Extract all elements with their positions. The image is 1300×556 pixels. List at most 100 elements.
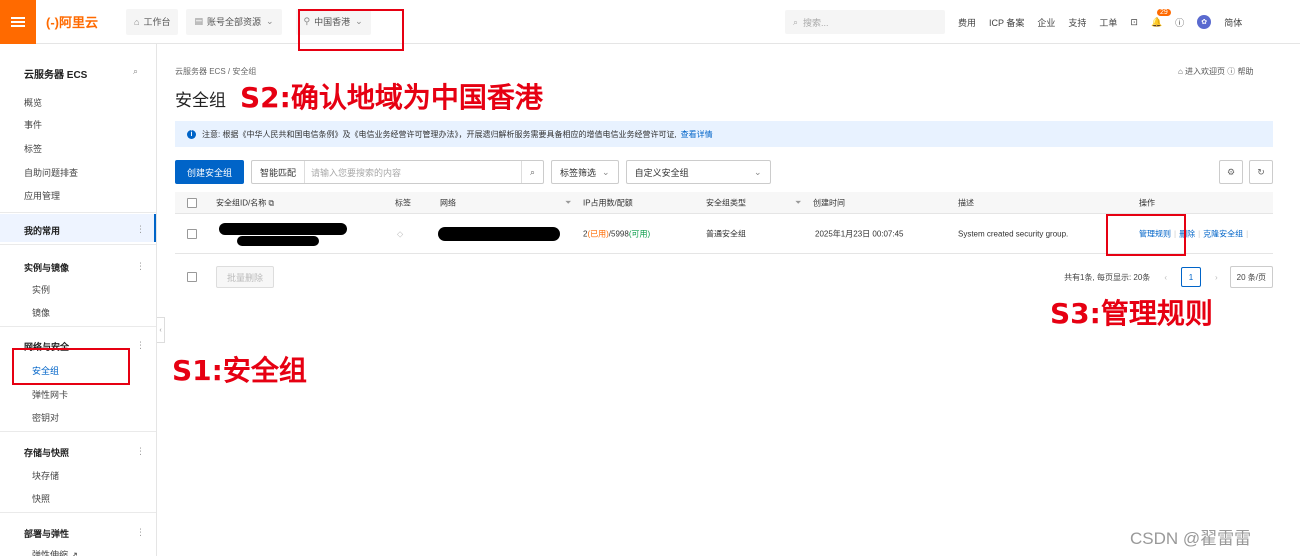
more-icon[interactable]: ⋮ (136, 446, 145, 457)
annotation-s2: S2:确认地域为中国香港 (240, 81, 543, 114)
notification-bell-icon[interactable]: 🔔 29 (1151, 8, 1171, 28)
page-title: 安全组 (175, 91, 226, 110)
divider (0, 244, 156, 245)
page-size-select[interactable]: 20 条/页 (1229, 266, 1273, 288)
page-number-button[interactable]: 1 (1180, 267, 1201, 287)
more-icon[interactable]: ⋮ (136, 261, 145, 272)
pager-summary: 共有1条, 每页显示: 20条 (1064, 272, 1151, 282)
sidebar: 云服务器 ECS ⌕ 概览 事件 标签 自助问题排查 应用管理 我的常用 ⋮ 实… (0, 44, 157, 556)
sidebar-item-troubleshoot[interactable]: 自助问题排查 (24, 166, 78, 179)
menu-icon[interactable] (0, 0, 36, 44)
custom-group-dropdown[interactable]: 自定义安全组 ⌄ (625, 160, 771, 184)
divider (0, 431, 156, 432)
aliyun-logo[interactable]: (-)阿里云 (46, 12, 126, 31)
search-group: 智能匹配 请输入您要搜索的内容 ⌕ (251, 160, 545, 184)
search-mode-select[interactable]: 智能匹配 (252, 161, 306, 183)
sidebar-item-app-management[interactable]: 应用管理 (24, 189, 60, 202)
sidebar-item-eni[interactable]: 弹性网卡 (32, 388, 68, 401)
top-links: 费用 ICP 备案 企业 支持 工单 ⊡ 🔔 29 ⓘ ✿ 简体 (958, 0, 1255, 44)
divider (0, 512, 156, 513)
sidebar-item-tags[interactable]: 标签 (24, 142, 42, 155)
sidebar-item-images[interactable]: 镜像 (32, 306, 50, 319)
group-type: 普通安全组 (706, 229, 746, 238)
workbench-label: 工作台 (143, 17, 171, 27)
account-resources-label: 账号全部资源 (206, 17, 261, 27)
table-footer: 批量删除 共有1条, 每页显示: 20条 ‹ 1 › 20 条/页 (175, 264, 1273, 290)
sidebar-title: 云服务器 ECS (24, 70, 88, 81)
annotation-box-region (298, 9, 404, 51)
col-desc: 描述 (958, 198, 974, 207)
sidebar-item-autoscaling[interactable]: 弹性伸缩 ↗ (32, 548, 78, 556)
top-link-ticket[interactable]: 工单 (1099, 16, 1117, 29)
sidebar-group-instances[interactable]: 实例与镜像 (24, 261, 69, 274)
top-link-enterprise[interactable]: 企业 (1037, 16, 1055, 29)
sidebar-item-keypair[interactable]: 密钥对 (32, 411, 59, 424)
sidebar-item-events[interactable]: 事件 (24, 118, 42, 131)
created-time: 2025年1月23日 00:07:45 (815, 229, 904, 238)
welcome-help-links[interactable]: ⌂ 进入欢迎页 ⓘ 帮助 (1178, 66, 1254, 77)
search-input[interactable]: 请输入您要搜索的内容 (305, 161, 521, 183)
next-page-icon[interactable]: › (1215, 273, 1218, 282)
account-resources-dropdown[interactable]: ▤ 账号全部资源 ⌄ (186, 8, 282, 35)
notice-text: 注意: 根据《中华人民共和国电信条例》及《电信业务经营许可管理办法》，开展遗归解… (202, 129, 677, 139)
sidebar-group-my-common[interactable]: 我的常用 (24, 224, 60, 237)
settings-gear-icon[interactable]: ⚙ (1219, 160, 1243, 184)
description: System created security group. (958, 229, 1069, 238)
top-link-support[interactable]: 支持 (1068, 16, 1086, 29)
row-checkbox[interactable] (187, 228, 197, 239)
filter-icon[interactable]: ⏷ (795, 198, 801, 208)
create-security-group-button[interactable]: 创建安全组 (175, 160, 245, 184)
sidebar-search-icon[interactable]: ⌕ (133, 66, 138, 77)
watermark: CSDN @翟雷雷 (1130, 529, 1252, 548)
clone-link[interactable]: 克隆安全组 (1203, 229, 1243, 238)
copy-icon[interactable]: ⧉ (268, 198, 274, 207)
table-header: 安全组ID/名称 ⧉ 标签 网络 ⏷ IP占用数/配额 安全组类型 ⏷ 创建时间… (175, 192, 1273, 214)
bulk-delete-button[interactable]: 批量删除 (216, 266, 275, 288)
notification-count: 29 (1156, 8, 1171, 16)
top-link-billing[interactable]: 费用 (958, 16, 976, 29)
tag-filter-dropdown[interactable]: 标签筛选 ⌄ (551, 160, 619, 184)
tag-icon[interactable]: ◇ (397, 229, 403, 238)
workbench-button[interactable]: ⌂ 工作台 (126, 8, 179, 35)
more-icon[interactable]: ⋮ (136, 340, 145, 351)
help-icon[interactable]: ⓘ (1175, 16, 1184, 29)
annotation-box-manage-rules (1106, 214, 1186, 256)
refresh-icon[interactable]: ↻ (1249, 160, 1273, 184)
prev-page-icon[interactable]: ‹ (1164, 273, 1167, 282)
avatar[interactable]: ✿ (1197, 15, 1212, 29)
sidebar-item-block-storage[interactable]: 块存储 (32, 469, 59, 482)
annotation-box-security-group (12, 348, 130, 385)
global-search-input[interactable]: ⌕ 搜索... (785, 10, 945, 34)
search-icon: ⌕ (793, 16, 799, 27)
terminal-icon[interactable]: ⊡ (1130, 17, 1138, 28)
toolbar: 创建安全组 智能匹配 请输入您要搜索的内容 ⌕ 标签筛选 ⌄ 自定义安全组 ⌄ (175, 160, 778, 184)
notice-banner: i 注意: 根据《中华人民共和国电信条例》及《电信业务经营许可管理办法》，开展遗… (175, 121, 1273, 147)
sidebar-group-deploy[interactable]: 部署与弹性 (24, 527, 69, 540)
notice-details-link[interactable]: 查看详情 (681, 129, 713, 140)
divider (0, 326, 156, 327)
select-all-checkbox[interactable] (187, 197, 197, 208)
col-id-name: 安全组ID/名称 ⧉ (216, 198, 275, 207)
sidebar-item-instances[interactable]: 实例 (32, 283, 50, 296)
chevron-down-icon: ⌄ (265, 16, 274, 26)
sidebar-group-storage[interactable]: 存储与快照 (24, 446, 69, 459)
search-icon[interactable]: ⌕ (521, 161, 543, 183)
annotation-s3: S3:管理规则 (1050, 297, 1213, 330)
footer-select-all-checkbox[interactable] (187, 272, 197, 282)
sidebar-item-snapshots[interactable]: 快照 (32, 492, 50, 505)
more-icon[interactable]: ⋮ (136, 224, 145, 235)
col-tag: 标签 (395, 198, 411, 207)
language-switch[interactable]: 简体 (1224, 16, 1242, 29)
filter-icon[interactable]: ⏷ (565, 198, 571, 208)
top-link-icp[interactable]: ICP 备案 (989, 16, 1024, 29)
sidebar-item-overview[interactable]: 概览 (24, 96, 42, 109)
divider (0, 212, 156, 213)
sidebar-collapse-handle[interactable]: ‹ (157, 317, 165, 343)
annotation-s1: S1:安全组 (172, 354, 307, 387)
redacted-network (438, 227, 560, 241)
col-type: 安全组类型 (706, 198, 746, 207)
custom-group-label: 自定义安全组 (634, 167, 689, 178)
info-icon: i (187, 129, 196, 139)
more-icon[interactable]: ⋮ (136, 527, 145, 538)
col-created: 创建时间 (813, 198, 845, 207)
